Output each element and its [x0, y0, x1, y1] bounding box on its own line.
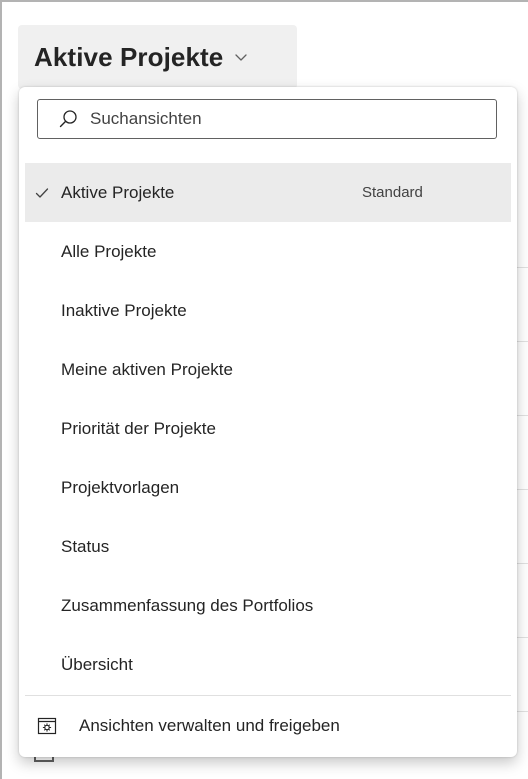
- view-item-inaktive-projekte[interactable]: Inaktive Projekte: [25, 281, 511, 340]
- checkmark-icon: [34, 185, 50, 201]
- view-item-meine-aktiven-projekte[interactable]: Meine aktiven Projekte: [25, 340, 511, 399]
- view-item-label: Zusammenfassung des Portfolios: [61, 595, 314, 615]
- view-selector-button[interactable]: Aktive Projekte: [18, 25, 297, 89]
- page: Aktive Projekte Suchansichten Aktive Pro…: [0, 0, 528, 779]
- view-item-label: Übersicht: [61, 654, 133, 674]
- view-item-prioritaet-der-projekte[interactable]: Priorität der Projekte: [25, 399, 511, 458]
- view-item-label: Meine aktiven Projekte: [61, 359, 233, 379]
- search-box[interactable]: [37, 99, 497, 139]
- view-item-label: Projektvorlagen: [61, 477, 180, 497]
- manage-views-button[interactable]: Ansichten verwalten und freigeben: [25, 704, 511, 748]
- view-item-label: Inaktive Projekte: [61, 300, 187, 320]
- search-icon: [58, 109, 78, 129]
- manage-views-label: Ansichten verwalten und freigeben: [79, 716, 340, 735]
- view-selector-title: Aktive Projekte: [34, 41, 224, 72]
- background-frame-top: [0, 0, 528, 2]
- view-item-uebersicht[interactable]: Übersicht: [25, 635, 511, 694]
- view-item-alle-projekte[interactable]: Alle Projekte: [25, 222, 511, 281]
- views-list: Aktive Projekte Standard Alle Projekte I…: [25, 163, 511, 694]
- view-item-label: Aktive Projekte: [61, 182, 175, 202]
- dropdown-divider: [25, 695, 511, 696]
- view-item-projektvorlagen[interactable]: Projektvorlagen: [25, 458, 511, 517]
- view-item-status[interactable]: Status: [25, 517, 511, 576]
- view-item-aktive-projekte[interactable]: Aktive Projekte Standard: [25, 163, 511, 222]
- view-item-label: Alle Projekte: [61, 241, 157, 261]
- chevron-down-icon: [233, 49, 249, 65]
- view-item-label: Status: [61, 536, 110, 556]
- default-view-badge: Standard: [362, 184, 423, 201]
- search-input[interactable]: [90, 109, 450, 129]
- view-item-zusammenfassung-des-portfolios[interactable]: Zusammenfassung des Portfolios: [25, 576, 511, 635]
- view-selector-dropdown: Aktive Projekte Standard Alle Projekte I…: [19, 87, 517, 757]
- manage-views-icon: [37, 717, 57, 735]
- view-item-label: Priorität der Projekte: [61, 418, 216, 438]
- background-frame-left: [0, 0, 2, 779]
